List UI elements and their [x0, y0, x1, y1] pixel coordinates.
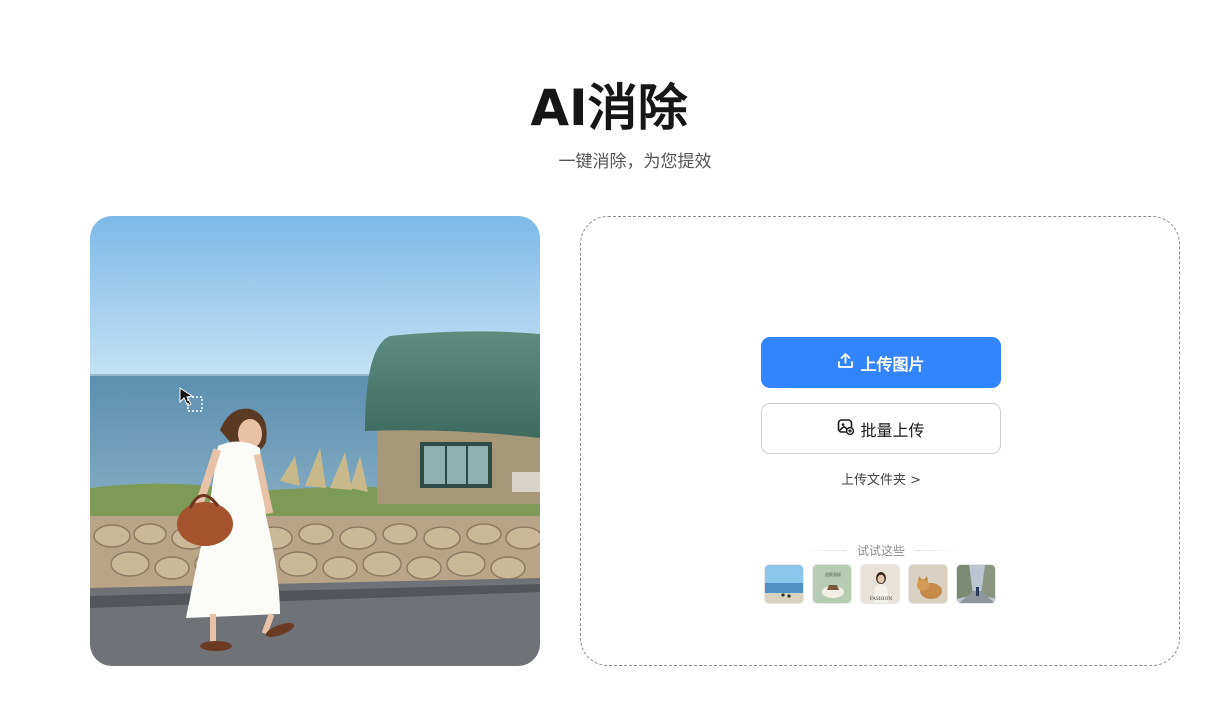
sample-cat[interactable] — [908, 564, 948, 604]
page-title: AI消除 — [530, 79, 688, 137]
demo-image — [90, 216, 540, 666]
sample-fashion-text: FASHION — [870, 596, 892, 602]
sample-cake[interactable]: 甜蜜蛋糕 — [812, 564, 852, 604]
page-subtitle: 一键消除，为您提效 — [558, 152, 712, 172]
upload-icon — [837, 352, 854, 373]
try-these-divider: 试试这些 — [801, 542, 962, 558]
batch-upload-button[interactable]: 批量上传 — [761, 403, 1001, 454]
sample-street[interactable] — [956, 564, 996, 604]
upload-dropzone[interactable]: 上传图片 批量上传 上传文件夹 > 试试这些 甜蜜蛋糕 FASHION — [580, 216, 1180, 666]
upload-image-button[interactable]: 上传图片 — [761, 337, 1001, 388]
try-these-label: 试试这些 — [857, 543, 906, 558]
sample-thumbnails: 甜蜜蛋糕 FASHION — [764, 564, 996, 604]
divider-line-left — [801, 549, 847, 551]
batch-image-icon — [837, 418, 855, 439]
divider-line-right — [915, 549, 962, 551]
upload-image-label: 上传图片 — [860, 354, 925, 374]
sample-fashion-woman[interactable]: FASHION — [860, 564, 900, 604]
batch-upload-label: 批量上传 — [860, 420, 925, 440]
upload-folder-link[interactable]: 上传文件夹 > — [581, 469, 1181, 488]
sample-seaside[interactable] — [764, 564, 804, 604]
sample-cake-text: 甜蜜蛋糕 — [825, 571, 841, 577]
